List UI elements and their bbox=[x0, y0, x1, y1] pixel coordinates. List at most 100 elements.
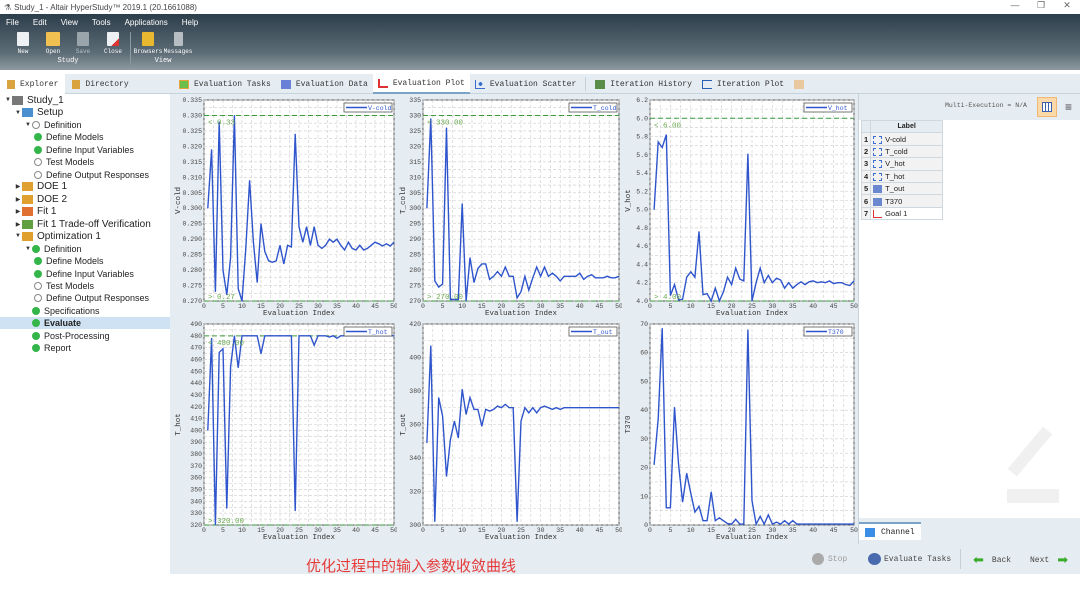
expand-arrow-icon[interactable]: ▼ bbox=[4, 97, 12, 103]
expand-arrow-icon[interactable]: ▼ bbox=[14, 233, 22, 239]
new-button[interactable]: New bbox=[12, 32, 34, 55]
data-point bbox=[528, 289, 530, 291]
tree-item[interactable]: Specifications bbox=[0, 305, 170, 317]
tree-item[interactable]: Define Models bbox=[0, 131, 170, 143]
stop-button[interactable]: Stop bbox=[812, 553, 847, 565]
chart-t370[interactable]: 0 5 10 15 20 25 30 35 40 45 50 0 10 20 30 40 50 60 70 Evalu… bbox=[622, 318, 858, 542]
x-tick-label: 5 bbox=[221, 303, 225, 310]
save-button[interactable]: Save bbox=[72, 32, 94, 55]
data-point bbox=[678, 464, 679, 466]
menu-file[interactable]: File bbox=[6, 18, 19, 27]
grid-layout-button[interactable] bbox=[1037, 97, 1057, 117]
minimize-button[interactable]: — bbox=[1002, 0, 1028, 11]
tab-evaluation-plot[interactable]: Evaluation Plot bbox=[372, 74, 470, 94]
expand-arrow-icon[interactable]: ▼ bbox=[24, 122, 32, 128]
menu-view[interactable]: View bbox=[61, 18, 78, 27]
x-tick-label: 35 bbox=[789, 303, 797, 310]
data-point bbox=[465, 414, 467, 415]
tree-item[interactable]: ▶ DOE 1 bbox=[0, 181, 170, 193]
tab-directory[interactable]: Directory bbox=[65, 74, 135, 94]
close-study-button[interactable]: Close bbox=[102, 32, 124, 55]
data-point bbox=[618, 407, 620, 409]
tree-item[interactable]: Post-Processing bbox=[0, 329, 170, 341]
data-point bbox=[249, 335, 250, 337]
chart-t-out[interactable]: 0 5 10 15 20 25 30 35 40 45 50 300 320 340 360 380 400 42… bbox=[397, 318, 623, 542]
label-row[interactable]: 6 T370 bbox=[860, 194, 944, 208]
data-point bbox=[825, 282, 826, 284]
expand-arrow-icon[interactable]: ▼ bbox=[24, 246, 32, 252]
label-row[interactable]: 4 T_hot bbox=[860, 169, 944, 183]
x-tick-label: 15 bbox=[478, 527, 486, 534]
x-tick-label: 40 bbox=[352, 527, 360, 534]
tab-explorer[interactable]: Explorer bbox=[0, 74, 66, 94]
tree-item[interactable]: Evaluate bbox=[0, 317, 170, 330]
data-point bbox=[551, 409, 553, 410]
tab-evaluation-data[interactable]: Evaluation Data bbox=[276, 74, 373, 94]
maximize-button[interactable]: ❐ bbox=[1028, 0, 1054, 11]
data-point bbox=[283, 335, 285, 337]
tree-item[interactable]: Define Output Responses bbox=[0, 292, 170, 304]
next-button[interactable]: Next ➡ bbox=[1030, 553, 1068, 568]
tab-iteration-plot[interactable]: Iteration Plot bbox=[697, 74, 789, 94]
collapse-arrow-icon[interactable]: ▶ bbox=[14, 208, 22, 215]
legend-label: T_cold bbox=[593, 105, 617, 112]
label-row[interactable]: 5 T_out bbox=[860, 181, 944, 196]
tab-evaluation-tasks[interactable]: Evaluation Tasks bbox=[174, 74, 276, 94]
tab-more[interactable] bbox=[789, 74, 814, 94]
messages-button[interactable]: Messages bbox=[164, 32, 192, 55]
x-tick-label: 15 bbox=[707, 527, 715, 534]
pending-check-icon bbox=[34, 158, 42, 167]
data-point bbox=[302, 335, 304, 337]
menu-edit[interactable]: Edit bbox=[33, 18, 47, 27]
chart-t-hot[interactable]: 0 5 10 15 20 25 30 35 40 45 50 320 330 340 350 360 370 38… bbox=[172, 318, 398, 542]
tree-item-label: Define Output Responses bbox=[46, 293, 150, 304]
collapse-arrow-icon[interactable]: ▶ bbox=[14, 221, 22, 228]
chart-v-cold[interactable]: 0 5 10 15 20 25 30 35 40 45 50 0.270 0.275 0.280 0.285… bbox=[172, 94, 398, 318]
tree-item[interactable]: Define Output Responses bbox=[0, 168, 170, 180]
tree-item[interactable]: ▼ Definition bbox=[0, 243, 170, 255]
label-row[interactable]: 1 V-cold bbox=[860, 132, 944, 146]
data-point bbox=[788, 282, 790, 284]
chart-v-hot[interactable]: 0 5 10 15 20 25 30 35 40 45 50 4.0 4.2 4.4 4.6 4.8 5.0 5.… bbox=[622, 94, 858, 318]
data-point bbox=[800, 523, 802, 525]
data-table-icon bbox=[280, 79, 291, 89]
menu-tools[interactable]: Tools bbox=[92, 18, 111, 27]
chart-t-cold[interactable]: 0 5 10 15 20 25 30 35 40 45 50 270 275 280 285 290 295 30… bbox=[397, 94, 623, 318]
tree-item[interactable]: Report bbox=[0, 342, 170, 354]
tree-item[interactable]: ▶ Fit 1 Trade-off Verification bbox=[0, 218, 170, 230]
y-tick-label: 330 bbox=[190, 510, 202, 517]
data-point bbox=[532, 277, 534, 279]
label-row[interactable]: 2 T_cold bbox=[860, 144, 944, 159]
tree-item[interactable]: Define Input Variables bbox=[0, 267, 170, 279]
data-point bbox=[816, 523, 818, 525]
tree-item[interactable]: ▼ Optimization 1 bbox=[0, 230, 170, 242]
close-button[interactable]: ✕ bbox=[1054, 0, 1080, 11]
tab-evaluation-scatter[interactable]: Evaluation Scatter bbox=[470, 74, 581, 94]
tree-item[interactable]: Define Models bbox=[0, 255, 170, 267]
label-row[interactable]: 3 V_hot bbox=[860, 157, 944, 171]
tree-item[interactable]: Test Models bbox=[0, 280, 170, 292]
menu-help[interactable]: Help bbox=[182, 18, 198, 27]
tree-item[interactable]: Test Models bbox=[0, 156, 170, 168]
tree-item[interactable]: ▼ Setup bbox=[0, 106, 170, 118]
tab-channel[interactable]: Channel bbox=[859, 522, 921, 540]
collapse-arrow-icon[interactable]: ▶ bbox=[14, 183, 22, 190]
tree-item[interactable]: ▶ DOE 2 bbox=[0, 193, 170, 205]
label-row[interactable]: 7 Goal 1 bbox=[860, 206, 944, 221]
open-button[interactable]: Open bbox=[42, 32, 64, 55]
menu-applications[interactable]: Applications bbox=[125, 18, 168, 27]
expand-arrow-icon[interactable]: ▼ bbox=[14, 110, 22, 116]
hamburger-menu-icon[interactable]: ≡ bbox=[1065, 100, 1072, 114]
messages-icon bbox=[173, 32, 183, 46]
tree-item[interactable]: ▼ Study_1 bbox=[0, 94, 170, 106]
evaluate-tasks-button[interactable]: Evaluate Tasks bbox=[868, 553, 951, 565]
tree-item[interactable]: ▼ Definition bbox=[0, 119, 170, 131]
tree-item[interactable]: ▶ Fit 1 bbox=[0, 206, 170, 218]
browsers-button[interactable]: Browsers bbox=[134, 32, 162, 55]
tree-item[interactable]: Define Input Variables bbox=[0, 144, 170, 156]
collapse-arrow-icon[interactable]: ▶ bbox=[14, 196, 22, 203]
multi-execution-select[interactable]: Multi-Execution = N/A bbox=[945, 102, 1027, 109]
menu-ribbon: File Edit View Tools Applications Help N… bbox=[0, 14, 1080, 70]
back-button[interactable]: ⬅ Back bbox=[973, 553, 1011, 568]
tab-iteration-history[interactable]: Iteration History bbox=[590, 74, 697, 94]
